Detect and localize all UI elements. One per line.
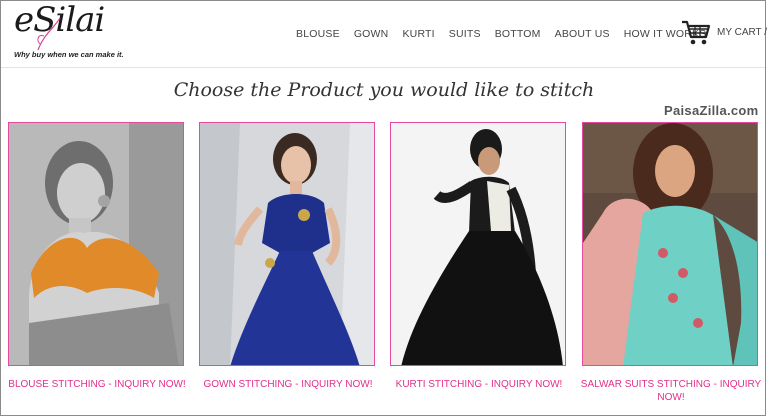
blouse-model-image bbox=[9, 123, 183, 365]
header-divider bbox=[1, 67, 765, 68]
watermark: PaisaZilla.com bbox=[664, 103, 759, 118]
logo-tagline: Why buy when we can make it. bbox=[14, 50, 124, 59]
gown-model-image bbox=[200, 123, 374, 365]
shopping-cart-icon bbox=[682, 20, 711, 45]
kurti-inquiry-link[interactable]: KURTI STITCHING - INQUIRY NOW! bbox=[388, 378, 570, 391]
product-card-gown[interactable] bbox=[199, 122, 375, 366]
nav-bottom[interactable]: BOTTOM bbox=[495, 28, 541, 44]
needle-thread-icon bbox=[37, 17, 61, 51]
nav-about-us[interactable]: ABOUT US bbox=[555, 28, 610, 44]
nav-blouse[interactable]: BLOUSE bbox=[296, 28, 340, 44]
blouse-inquiry-link[interactable]: BLOUSE STITCHING - INQUIRY NOW! bbox=[6, 378, 188, 391]
nav-gown[interactable]: GOWN bbox=[354, 28, 389, 44]
main-navigation: BLOUSE GOWN KURTI SUITS BOTTOM ABOUT US … bbox=[296, 28, 720, 44]
salwar-suits-inquiry-link[interactable]: SALWAR SUITS STITCHING - INQUIRY NOW! bbox=[580, 378, 762, 404]
product-card-kurti[interactable] bbox=[390, 122, 566, 366]
brand-logo[interactable]: eSilai Why buy when we can make it. bbox=[12, 0, 124, 60]
nav-suits[interactable]: SUITS bbox=[449, 28, 481, 44]
cart-label: MY CART / 0 bbox=[717, 27, 768, 38]
product-card-salwar-suits[interactable] bbox=[582, 122, 758, 366]
gown-inquiry-link[interactable]: GOWN STITCHING - INQUIRY NOW! bbox=[197, 378, 379, 391]
cart-button[interactable]: MY CART / 0 bbox=[681, 20, 768, 46]
salwar-suit-model-image bbox=[583, 123, 757, 365]
nav-kurti[interactable]: KURTI bbox=[402, 28, 434, 44]
page-headline: Choose the Product you would like to sti… bbox=[173, 79, 595, 101]
kurti-model-image bbox=[391, 123, 565, 365]
product-card-blouse[interactable] bbox=[8, 122, 184, 366]
